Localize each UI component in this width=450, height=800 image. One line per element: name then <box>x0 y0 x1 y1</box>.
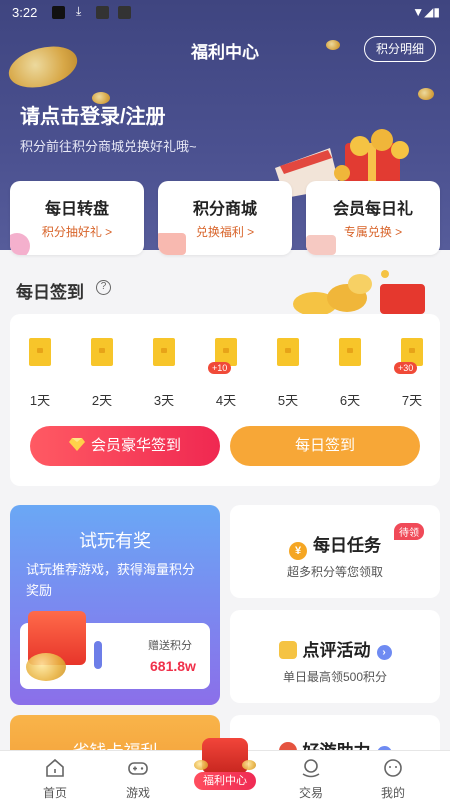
card-subtitle: 积分抽好礼 > <box>41 225 113 239</box>
points-value: 681.8w <box>150 658 196 674</box>
tab-label: 首页 <box>42 786 67 800</box>
trade-icon <box>302 759 320 778</box>
tab-home[interactable]: 首页 <box>10 751 100 800</box>
envelope-icon <box>306 235 336 255</box>
envelope-icon <box>277 338 299 366</box>
app-notification-icon <box>96 6 109 19</box>
login-subtitle: 积分前往积分商城兑换好礼哦~ <box>20 139 197 154</box>
help-icon[interactable]: ? <box>96 280 111 295</box>
envelope-icon <box>29 338 51 366</box>
tab-mine[interactable]: 我的 <box>348 751 438 800</box>
daily-sign-in-button[interactable]: 每日签到 <box>230 426 420 466</box>
task-subtitle: 超多积分等您领取 <box>286 565 383 579</box>
yuan-coin-icon: ¥ <box>289 542 307 560</box>
daily-task-card[interactable]: 待领 ¥ 每日任务 超多积分等您领取 <box>230 505 440 598</box>
status-time: 3:22 <box>12 5 38 20</box>
tab-welfare-center[interactable]: 福利中心 <box>190 738 260 794</box>
chevron-right-icon: › <box>376 645 392 660</box>
login-register-link[interactable]: 请点击登录/注册 <box>20 100 166 129</box>
envelope-icon <box>339 338 361 366</box>
day-label: 4天 <box>215 393 237 408</box>
vip-sign-in-button[interactable]: 会员豪华签到 <box>30 426 220 466</box>
tab-trade[interactable]: 交易 <box>266 751 356 800</box>
day-label: 3天 <box>153 393 175 408</box>
coins-decoration-icon <box>293 270 425 316</box>
coin-pile-icon <box>26 653 66 681</box>
lucky-wheel-card[interactable]: 每日转盘 积分抽好礼 > <box>10 181 144 255</box>
person-icon <box>94 641 102 669</box>
daily-sign-in-title: 每日签到 <box>16 283 84 302</box>
points-label: 赠送积分 <box>148 640 192 652</box>
status-bar: 3:22 ⤓ ▼◢▮ <box>0 0 450 26</box>
task-title-row: 点评活动 › <box>230 636 440 661</box>
task-title: 点评活动 <box>302 641 371 660</box>
app-notification-icon-2 <box>118 6 131 19</box>
red-bag-icon <box>202 738 248 774</box>
bonus-badge: +30 <box>394 362 418 374</box>
points-detail-button[interactable]: 积分明细 <box>364 36 436 62</box>
gamepad-icon <box>128 762 148 775</box>
home-icon <box>46 758 64 777</box>
feature-cards: 每日转盘 积分抽好礼 > 积分商城 兑换福利 > 会员每日礼 专属兑换 > <box>10 181 440 255</box>
task-title: 每日任务 <box>313 536 381 555</box>
envelope-icon <box>153 338 175 366</box>
trial-title: 试玩有奖 <box>79 531 151 551</box>
coin-stack-icon <box>278 641 297 659</box>
review-activity-card[interactable]: 点评活动 › 单日最高领500积分 <box>230 610 440 703</box>
notification-icon <box>52 6 65 19</box>
signal-battery-icons: ▼◢▮ <box>412 5 440 19</box>
tab-label: 福利中心 <box>194 772 256 790</box>
tab-label: 游戏 <box>125 786 150 800</box>
day-label: 5天 <box>277 393 299 408</box>
day-label: 6天 <box>339 393 361 408</box>
diamond-icon <box>68 438 85 451</box>
vip-sign-in-label: 会员豪华签到 <box>90 437 181 454</box>
task-title-row: ¥ 每日任务 <box>230 531 440 560</box>
sign-in-panel: 1天 2天 3天 +10 4天 5天 6天 +30 7天 会员豪华签到 每日签到 <box>10 314 440 486</box>
tab-label: 我的 <box>380 786 405 800</box>
tab-label: 交易 <box>298 786 323 800</box>
task-subtitle: 单日最高领500积分 <box>282 670 388 684</box>
gift-icon <box>158 233 186 255</box>
points-panel: 赠送积分 681.8w <box>20 611 210 689</box>
tab-games[interactable]: 游戏 <box>93 751 183 800</box>
coin-decoration-icon <box>418 88 434 100</box>
vip-daily-gift-card[interactable]: 会员每日礼 专属兑换 > <box>306 181 440 255</box>
day-label: 7天 <box>401 393 423 408</box>
card-title: 每日转盘 <box>44 201 109 218</box>
trial-reward-card[interactable]: 试玩有奖 试玩推荐游戏，获得海量积分奖励 赠送积分 681.8w <box>10 505 220 705</box>
card-title: 积分商城 <box>192 201 257 218</box>
points-mall-card[interactable]: 积分商城 兑换福利 > <box>158 181 292 255</box>
trial-description: 试玩推荐游戏，获得海量积分奖励 <box>26 562 196 598</box>
profile-icon <box>384 759 402 777</box>
envelope-icon <box>91 338 113 366</box>
day-label: 1天 <box>29 393 51 408</box>
card-title: 会员每日礼 <box>332 201 413 218</box>
coin-decoration-icon <box>242 760 256 770</box>
day-label: 2天 <box>91 393 113 408</box>
download-icon: ⤓ <box>76 4 82 18</box>
bonus-badge: +10 <box>208 362 232 374</box>
coin-decoration-icon <box>194 760 208 770</box>
